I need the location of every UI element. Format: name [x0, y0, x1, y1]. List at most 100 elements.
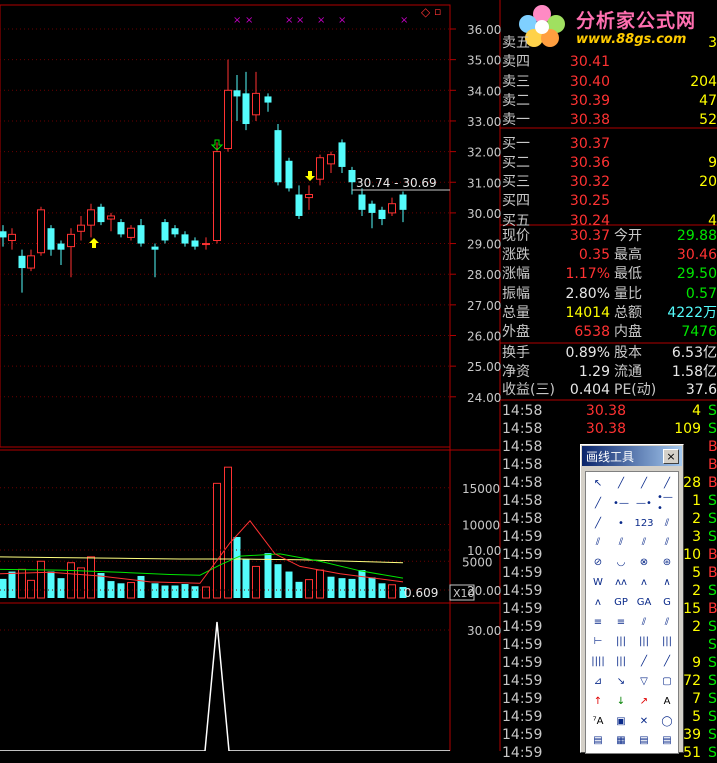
- draw-tool-icon[interactable]: ╱: [588, 494, 608, 513]
- draw-tool-icon[interactable]: ▤: [657, 731, 677, 750]
- volume-bar: [252, 565, 260, 599]
- signal-x-icon: ×: [233, 15, 241, 26]
- draw-tool-icon[interactable]: |||: [611, 632, 631, 651]
- draw-tool-icon[interactable]: ✕: [634, 712, 654, 731]
- tick-side: B: [708, 565, 717, 581]
- buy-arrow-icon: [89, 238, 99, 248]
- draw-tool-icon[interactable]: ◡: [611, 553, 631, 572]
- draw-tool-icon[interactable]: ⫽: [588, 533, 608, 552]
- fundamental-label: 流通: [614, 363, 642, 380]
- order-book-volume: 47: [699, 92, 717, 109]
- quote-value: 29.50: [676, 266, 717, 283]
- draw-tool-icon[interactable]: ╱: [657, 652, 677, 671]
- draw-tool-icon[interactable]: ⫽: [634, 533, 654, 552]
- toolbox-titlebar[interactable]: 画线工具 ×: [582, 446, 682, 466]
- draw-tool-icon[interactable]: ╱: [634, 652, 654, 671]
- volume-bar: [191, 586, 199, 598]
- draw-tool-icon[interactable]: |||: [657, 632, 677, 651]
- draw-tool-icon[interactable]: ↓: [611, 692, 631, 711]
- draw-tool-icon[interactable]: A: [657, 692, 677, 711]
- draw-tool-icon[interactable]: •: [611, 514, 631, 533]
- draw-tool-icon[interactable]: ↑: [588, 692, 608, 711]
- draw-tool-icon[interactable]: ᴧᴧ: [611, 573, 631, 592]
- tick-volume: 1: [692, 493, 701, 509]
- candle: [242, 71, 250, 131]
- draw-tool-icon[interactable]: G: [657, 593, 677, 612]
- draw-tool-icon[interactable]: ↘: [611, 672, 631, 691]
- draw-tool-icon[interactable]: ⫽: [634, 613, 654, 632]
- draw-tool-icon[interactable]: ≡: [588, 613, 608, 632]
- close-button[interactable]: ×: [663, 449, 679, 464]
- drawing-toolbox[interactable]: 画线工具 × ↖ ╱ ╱ ╱ ╱ •— —• •—• ╱ • 123 ⫽ ⫽ ⫽ ⫽ ⫽ ⊘ ◡ ⊗ ⊛ Wᴧᴧ ᴧ ∧ ᴧ G…: [580, 444, 684, 754]
- candle: [181, 231, 189, 247]
- draw-tool-icon[interactable]: ⊛: [657, 553, 677, 572]
- draw-tool-icon[interactable]: |||: [611, 652, 631, 671]
- draw-tool-icon[interactable]: ↖: [588, 474, 608, 493]
- draw-tool-icon[interactable]: ╱: [588, 514, 608, 533]
- draw-tool-icon[interactable]: ⊿: [588, 672, 608, 691]
- candle: [191, 237, 199, 250]
- draw-tool-icon[interactable]: GP: [611, 593, 631, 612]
- draw-tool-icon[interactable]: ⊗: [634, 553, 654, 572]
- tick-time: 14:59: [502, 727, 543, 743]
- price-tick-label: 33.00: [467, 115, 501, 129]
- dropdown-icon[interactable]: ▫: [434, 5, 441, 18]
- tick-side: S: [708, 637, 717, 653]
- draw-tool-icon[interactable]: ≡: [611, 613, 631, 632]
- draw-tool-icon[interactable]: —•: [634, 494, 654, 513]
- quote-value: 7476: [681, 324, 717, 340]
- order-book-volume: 52: [699, 112, 717, 129]
- draw-tool-icon[interactable]: ᴧ: [588, 593, 608, 612]
- draw-tool-icon[interactable]: ╱: [611, 474, 631, 493]
- order-book-price: 30.36: [569, 154, 610, 171]
- tick-side: S: [708, 529, 717, 545]
- tick-side: B: [708, 457, 717, 473]
- tick-time: 14:59: [502, 745, 543, 761]
- draw-tool-icon[interactable]: ⫽: [611, 533, 631, 552]
- draw-tool-icon[interactable]: •—•: [657, 492, 677, 514]
- draw-tool-icon[interactable]: ◯: [657, 712, 677, 731]
- draw-tool-icon[interactable]: ⊘: [588, 553, 608, 572]
- draw-tool-icon[interactable]: ▣: [611, 712, 631, 731]
- indicator-line: [0, 621, 450, 751]
- candle: [305, 185, 313, 210]
- draw-tool-icon[interactable]: ⁷A: [588, 712, 608, 731]
- volume-bar: [233, 536, 241, 598]
- fundamental-label: 股本: [614, 345, 642, 361]
- tick-volume: 2: [692, 511, 701, 527]
- draw-tool-icon[interactable]: ↗: [634, 692, 654, 711]
- draw-tool-icon[interactable]: W: [588, 573, 608, 592]
- draw-tool-icon[interactable]: ⫽: [657, 514, 677, 533]
- draw-tool-icon[interactable]: ▤: [634, 731, 654, 750]
- signal-x-icon: ×: [285, 15, 293, 26]
- order-book-volume: 20: [699, 174, 717, 191]
- draw-tool-icon[interactable]: ∧: [657, 573, 677, 592]
- draw-tool-icon[interactable]: GA: [634, 593, 654, 612]
- draw-tool-icon[interactable]: •—: [611, 494, 631, 513]
- draw-tool-icon[interactable]: 123: [634, 514, 654, 533]
- draw-tool-icon[interactable]: ⫽: [657, 613, 677, 632]
- quote-label: 内盘: [614, 324, 642, 340]
- draw-tool-icon[interactable]: ▢: [657, 672, 677, 691]
- range-label: 30.74 - 30.69: [356, 176, 437, 190]
- diamond-icon: ◇: [421, 5, 431, 19]
- draw-tool-icon[interactable]: ᴧ: [634, 573, 654, 592]
- fundamental-label: PE(动): [614, 382, 657, 398]
- candle: [161, 219, 169, 244]
- candle: [338, 139, 346, 174]
- draw-tool-icon[interactable]: ╱: [634, 474, 654, 493]
- volume-ma-long: [0, 556, 404, 564]
- draw-tool-icon[interactable]: ▦: [611, 731, 631, 750]
- draw-tool-icon[interactable]: ▤: [588, 731, 608, 750]
- tick-side: B: [708, 547, 717, 563]
- quote-label: 总额: [614, 304, 642, 321]
- draw-tool-icon[interactable]: ▽: [634, 672, 654, 691]
- quote-label: 总量: [502, 304, 530, 321]
- volume-bar: [27, 579, 35, 599]
- draw-tool-icon[interactable]: |||: [634, 632, 654, 651]
- draw-tool-icon[interactable]: ||||: [588, 652, 608, 671]
- draw-tool-icon[interactable]: ⫽: [657, 533, 677, 552]
- fundamental-value: 1.58亿: [671, 363, 717, 380]
- draw-tool-icon[interactable]: ╱: [657, 474, 677, 493]
- draw-tool-icon[interactable]: ⊢: [588, 632, 608, 651]
